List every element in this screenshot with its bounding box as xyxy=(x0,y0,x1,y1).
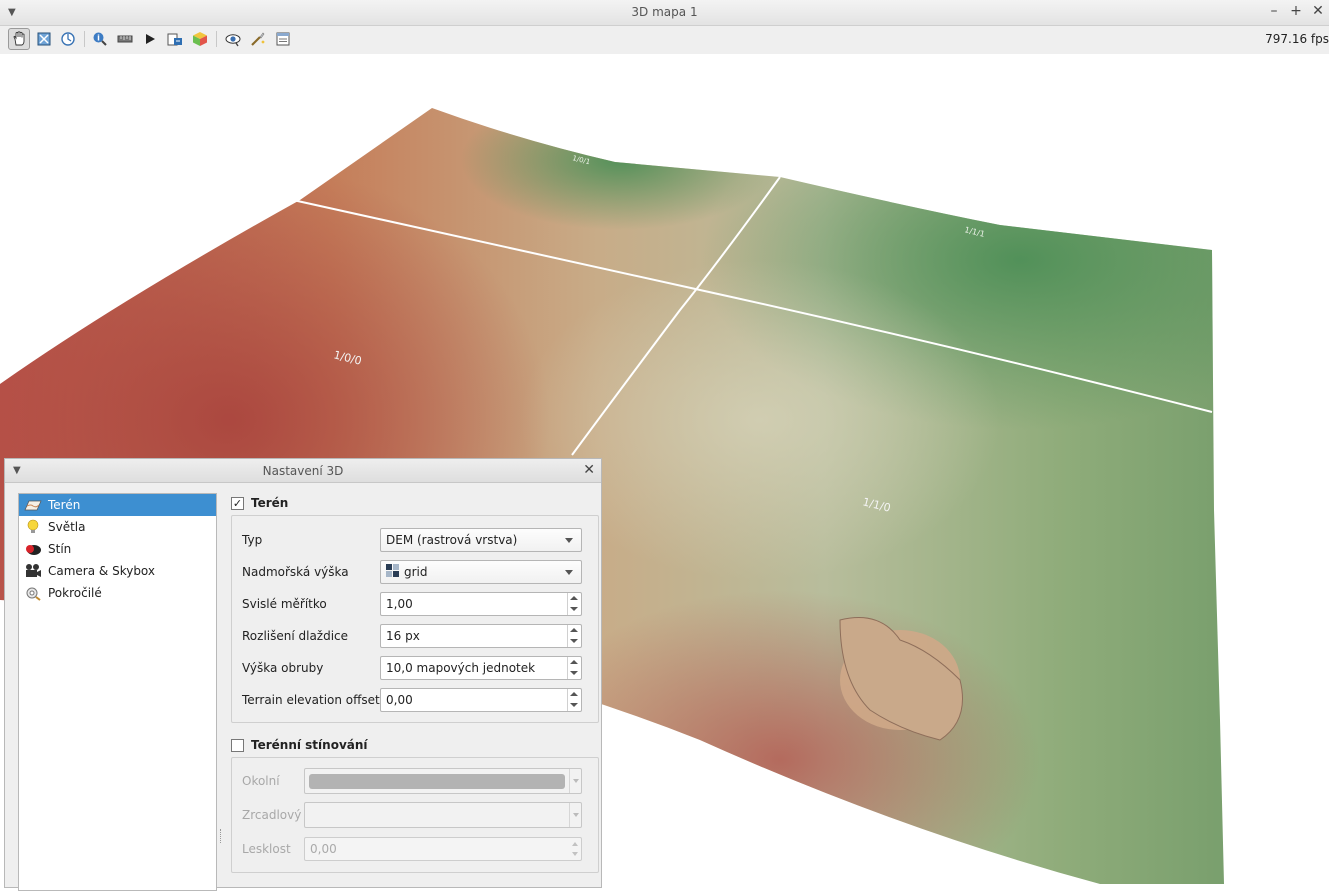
animation-play-icon[interactable] xyxy=(139,28,161,50)
terrain-type-select[interactable]: DEM (rastrová vrstva) xyxy=(380,528,582,552)
settings-panel-icon[interactable] xyxy=(272,28,294,50)
spin-down-icon[interactable] xyxy=(570,607,578,611)
fps-counter: 797.16 fps xyxy=(1265,32,1329,46)
lightbulb-icon xyxy=(23,519,43,535)
nav-label-advanced: Pokročilé xyxy=(48,586,102,600)
spin-up-icon[interactable] xyxy=(570,660,578,664)
camera-view-icon[interactable] xyxy=(222,28,244,50)
tile-resolution-label: Rozlišení dlaždice xyxy=(242,629,349,643)
nav-item-terrain[interactable]: Terén xyxy=(19,494,216,516)
spin-down-icon[interactable] xyxy=(570,703,578,707)
chevron-down-icon[interactable] xyxy=(569,769,581,793)
elevation-label: Nadmořská výška xyxy=(242,565,349,579)
nav-label-terrain: Terén xyxy=(48,498,81,512)
identify-icon[interactable]: i xyxy=(89,28,111,50)
terrain-settings-panel: ✓ Terén Typ DEM (rastrová vrstva) Nadmoř… xyxy=(231,493,599,873)
elevation-offset-label: Terrain elevation offset xyxy=(242,693,380,707)
3d-settings-dock: ▼ Nastavení 3D ✕ Terén Světla Stín Camer… xyxy=(4,458,602,891)
camera-icon xyxy=(23,563,43,579)
settings-nav-list: Terén Světla Stín Camera & Skybox Pokroč… xyxy=(18,493,217,891)
effects-icon[interactable] xyxy=(247,28,269,50)
export-scene-icon[interactable] xyxy=(164,28,186,50)
spin-up-icon[interactable] xyxy=(570,692,578,696)
terrain-enabled-checkbox[interactable]: ✓ xyxy=(231,496,244,510)
vertical-scale-label: Svislé měřítko xyxy=(242,597,327,611)
elevation-layer-select[interactable]: grid xyxy=(380,560,582,584)
shininess-spinbox[interactable]: 0,00 xyxy=(304,837,582,861)
elevation-layer-value: grid xyxy=(404,565,428,579)
type-label: Typ xyxy=(242,533,263,547)
terrain-group-title: Terén xyxy=(251,496,289,510)
spin-down-icon[interactable] xyxy=(570,671,578,675)
specular-label: Zrcadlový xyxy=(242,808,302,822)
ambient-label: Okolní xyxy=(242,774,280,788)
terrain-group-header[interactable]: ✓ Terén xyxy=(231,493,599,513)
toolbar: i 797.16 fps xyxy=(0,26,1329,54)
spin-down-icon[interactable] xyxy=(570,639,578,643)
shading-group-title: Terénní stínování xyxy=(251,738,368,752)
elevation-offset-value: 0,00 xyxy=(386,693,413,707)
chevron-down-icon xyxy=(565,570,573,575)
chevron-down-icon xyxy=(565,538,573,543)
panel-splitter[interactable] xyxy=(220,829,222,843)
options-icon[interactable] xyxy=(189,28,211,50)
elevation-offset-spinbox[interactable]: 0,00 xyxy=(380,688,582,712)
nav-item-camera-skybox[interactable]: Camera & Skybox xyxy=(19,560,216,582)
shininess-value: 0,00 xyxy=(310,842,337,856)
raster-layer-icon xyxy=(386,564,399,580)
ambient-color-swatch xyxy=(309,773,565,789)
nav-label-lights: Světla xyxy=(48,520,86,534)
nav-label-camera-skybox: Camera & Skybox xyxy=(48,564,156,578)
shininess-label: Lesklost xyxy=(242,842,291,856)
spin-down-icon[interactable] xyxy=(572,852,578,856)
nav-item-lights[interactable]: Světla xyxy=(19,516,216,538)
shading-group-header[interactable]: Terénní stínování xyxy=(231,735,599,755)
skirt-height-value: 10,0 mapových jednotek xyxy=(386,661,536,675)
maximize-icon[interactable]: + xyxy=(1288,3,1304,19)
svg-text:i: i xyxy=(97,34,100,43)
zoom-full-icon[interactable] xyxy=(33,28,55,50)
tile-resolution-spinbox[interactable]: 16 px xyxy=(380,624,582,648)
spin-up-icon[interactable] xyxy=(570,628,578,632)
shading-enabled-checkbox[interactable] xyxy=(231,738,244,752)
tile-resolution-value: 16 px xyxy=(386,629,420,643)
chevron-down-icon[interactable] xyxy=(569,803,581,827)
close-icon[interactable]: ✕ xyxy=(1310,3,1326,19)
reset-view-icon[interactable] xyxy=(57,28,79,50)
pan-icon[interactable] xyxy=(8,28,30,50)
advanced-icon xyxy=(23,585,43,601)
nav-item-shadow[interactable]: Stín xyxy=(19,538,216,560)
spin-up-icon[interactable] xyxy=(572,842,578,846)
shading-group: Okolní Zrcadlový Lesklost 0,00 xyxy=(231,757,599,873)
dock-title: Nastavení 3D xyxy=(262,464,344,478)
vertical-scale-value: 1,00 xyxy=(386,597,413,611)
window-title-bar: ▼ 3D mapa 1 – + ✕ xyxy=(0,0,1329,26)
dock-close-icon[interactable]: ✕ xyxy=(583,462,595,478)
skirt-height-label: Výška obruby xyxy=(242,661,324,675)
terrain-group: Typ DEM (rastrová vrstva) Nadmořská výšk… xyxy=(231,515,599,723)
minimize-icon[interactable]: – xyxy=(1266,3,1282,19)
terrain-icon xyxy=(23,497,43,513)
specular-color-button[interactable] xyxy=(304,802,582,828)
window-title: 3D mapa 1 xyxy=(631,5,698,19)
measure-icon[interactable] xyxy=(114,28,136,50)
nav-item-advanced[interactable]: Pokročilé xyxy=(19,582,216,604)
dock-title-bar: ▼ Nastavení 3D ✕ xyxy=(5,459,601,483)
ambient-color-button[interactable] xyxy=(304,768,582,794)
shadow-icon xyxy=(23,541,43,557)
vertical-scale-spinbox[interactable]: 1,00 xyxy=(380,592,582,616)
nav-label-shadow: Stín xyxy=(48,542,72,556)
spin-up-icon[interactable] xyxy=(570,596,578,600)
skirt-height-spinbox[interactable]: 10,0 mapových jednotek xyxy=(380,656,582,680)
terrain-type-value: DEM (rastrová vrstva) xyxy=(386,533,518,547)
